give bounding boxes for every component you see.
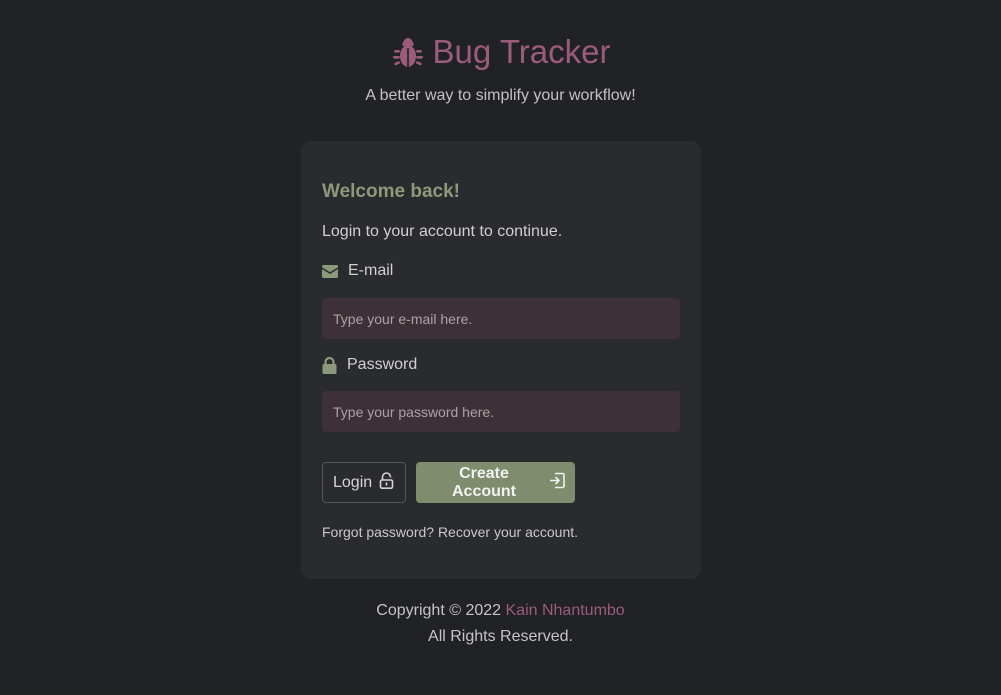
- password-label-text: Password: [347, 356, 418, 373]
- envelope-icon: [322, 264, 338, 278]
- unlock-icon: [379, 471, 394, 494]
- login-card: Welcome back! Login to your account to c…: [301, 141, 701, 579]
- password-field[interactable]: [322, 391, 680, 432]
- login-button[interactable]: Login: [322, 462, 406, 503]
- sign-in-icon: [549, 472, 565, 494]
- login-subtitle: Login to your account to continue.: [322, 223, 563, 240]
- create-account-button[interactable]: Create Account: [416, 462, 575, 503]
- rights-text: All Rights Reserved.: [428, 628, 573, 645]
- copyright-text: Copyright © 2022: [376, 602, 502, 619]
- forgot-password-link[interactable]: Forgot password? Recover your account.: [322, 524, 578, 540]
- login-button-label: Login: [333, 473, 373, 491]
- email-label-text: E-mail: [348, 262, 394, 279]
- app-title: Bug Tracker: [432, 33, 611, 70]
- welcome-heading: Welcome back!: [322, 181, 460, 202]
- create-account-label: Create Account: [452, 464, 516, 500]
- lock-icon: [322, 356, 337, 374]
- footer: Copyright © 2022 Kain Nhantumbo All Righ…: [0, 598, 1001, 650]
- email-label: E-mail: [322, 262, 393, 280]
- brand: Bug Tracker: [391, 28, 611, 76]
- email-field[interactable]: [322, 298, 680, 339]
- tagline: A better way to simplify your workflow!: [365, 87, 636, 104]
- password-label: Password: [322, 356, 417, 374]
- author-link[interactable]: Kain Nhantumbo: [506, 602, 625, 619]
- copyright-line: Copyright © 2022 Kain Nhantumbo: [0, 598, 1001, 624]
- bug-icon: [391, 35, 425, 69]
- app-header: Bug Tracker A better way to simplify you…: [0, 28, 1001, 105]
